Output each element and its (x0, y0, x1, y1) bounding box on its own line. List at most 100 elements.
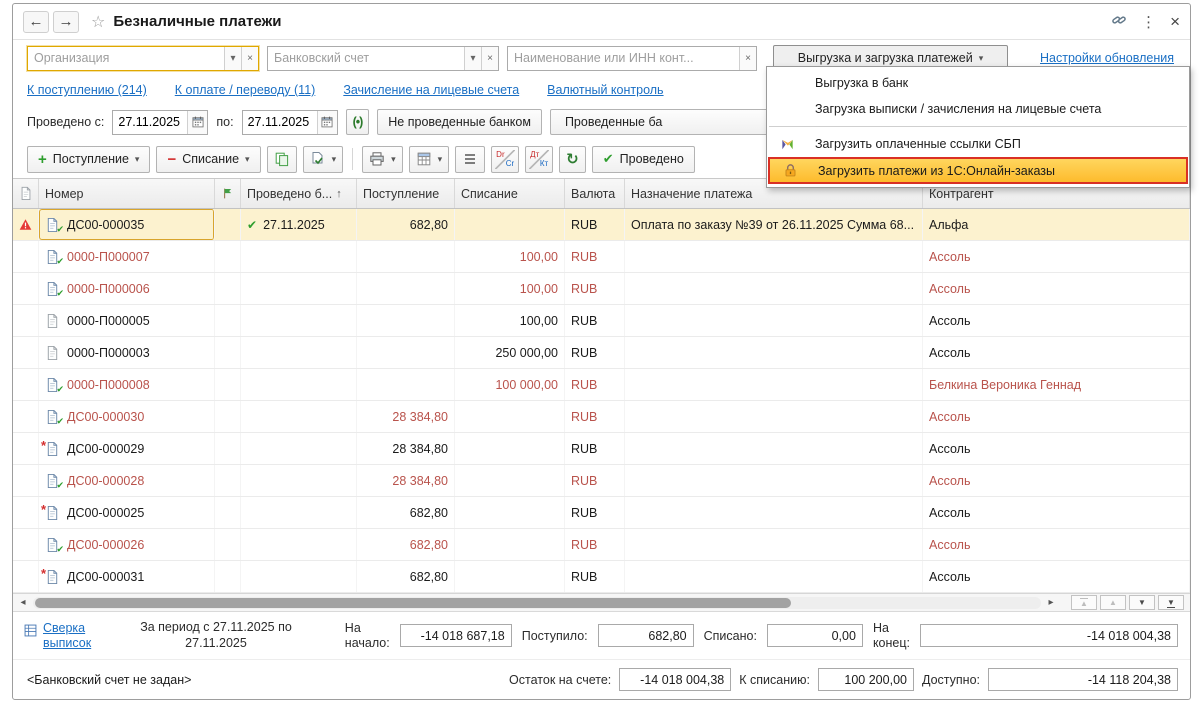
more-menu-button[interactable]: ⋮ (1141, 13, 1156, 31)
header-status-column[interactable] (13, 179, 39, 208)
menu-item-load-statement[interactable]: Загрузка выписки / зачисления на лицевые… (767, 96, 1189, 122)
update-settings-link[interactable]: Настройки обновления (1040, 51, 1174, 65)
counterparty: Альфа (923, 209, 1190, 240)
register-report-button[interactable]: ▾ (408, 145, 450, 173)
counterparty-clear-button[interactable]: × (739, 46, 756, 70)
receipt-amount: 28 384,80 (357, 433, 455, 464)
counterparty: Ассоль (923, 337, 1190, 368)
table-row[interactable]: * ДС00-000029 28 384,80 RUB Ассоль (13, 433, 1190, 465)
header-flag-column[interactable] (215, 179, 241, 208)
end-balance-label: На конец: (872, 620, 910, 650)
begin-balance-value: -14 018 687,18 (399, 624, 512, 647)
scroll-right-button[interactable]: ▸ (1043, 597, 1059, 608)
clear-icon: × (745, 52, 751, 64)
scroll-left-button[interactable]: ◂ (15, 597, 31, 608)
currency: RUB (565, 465, 625, 496)
add-writeoff-button[interactable]: − Списание ▾ (156, 145, 261, 173)
table-row[interactable]: ✔ ДС00-000028 28 384,80 RUB Ассоль (13, 465, 1190, 497)
forward-button[interactable]: → (53, 10, 79, 33)
drcr-button-en[interactable]: Dr Cr (491, 145, 520, 173)
print-button[interactable]: ▾ (362, 145, 403, 173)
menu-item-load-sbp-links[interactable]: Загрузить оплаченные ссылки СБП (767, 131, 1189, 157)
table-row[interactable]: ✔ 0000-П000006 100,00 RUB Ассоль (13, 273, 1190, 305)
menu-item-load-online-orders[interactable]: Загрузить платежи из 1С:Онлайн-заказы (768, 157, 1188, 184)
currency: RUB (565, 209, 625, 240)
drcr-button-ru[interactable]: Дт Кт (525, 145, 554, 173)
receipt-label: Поступление (52, 152, 129, 166)
copy-button[interactable] (266, 145, 297, 173)
document-icon (19, 186, 33, 200)
clear-icon: × (487, 52, 493, 64)
counterparty-search-input[interactable] (508, 46, 739, 70)
processed-filter-button[interactable]: Проведенные ба (549, 109, 788, 135)
page-up-button[interactable]: ▲ (1100, 595, 1126, 610)
payments-exchange-dropdown-menu: Выгрузка в банк Загрузка выписки / зачис… (766, 66, 1190, 188)
add-receipt-button[interactable]: + Поступление ▾ (27, 145, 151, 173)
list-settings-button[interactable] (455, 145, 486, 173)
favorite-star-icon[interactable]: ☆ (91, 12, 105, 32)
status-footer: <Банковский счет не задан> Остаток на сч… (13, 659, 1190, 699)
calendar-button[interactable] (316, 110, 337, 134)
counterparty: Белкина Вероника Геннад (923, 369, 1190, 400)
table-row[interactable]: * ДС00-000031 682,80 RUB Ассоль (13, 561, 1190, 593)
link-personal-accounts[interactable]: Зачисление на лицевые счета (343, 83, 519, 97)
calendar-button[interactable] (187, 110, 208, 134)
organization-clear-button[interactable]: × (241, 46, 258, 70)
payment-purpose (625, 465, 923, 496)
menu-item-label: Загрузить оплаченные ссылки СБП (815, 137, 1021, 151)
processed-toggle-button[interactable]: ✔ Проведено (591, 145, 695, 173)
get-link-button[interactable] (1111, 12, 1127, 32)
period-from-input[interactable] (113, 110, 188, 134)
link-to-receive[interactable]: К поступлению (214) (27, 83, 147, 97)
table-row[interactable]: 0000-П000005 100,00 RUB Ассоль (13, 305, 1190, 337)
table-row[interactable]: ✔ ДС00-000035 ✔ 27.11.2025 682,80 RUB Опла… (13, 209, 1190, 241)
reconcile-statements-link[interactable]: Сверка выписок (23, 621, 111, 651)
counterparty: Ассоль (923, 529, 1190, 560)
close-button[interactable]: × (1170, 12, 1180, 32)
currency: RUB (565, 337, 625, 368)
bank-account-dropdown-button[interactable]: ▾ (464, 46, 481, 70)
reconcile-link-line2[interactable]: выписок (43, 636, 91, 650)
link-to-pay[interactable]: К оплате / переводу (11) (175, 83, 316, 97)
organization-input[interactable] (28, 46, 224, 70)
table-row[interactable]: ✔ ДС00-000030 28 384,80 RUB Ассоль (13, 401, 1190, 433)
document-marked-icon: * (41, 502, 61, 521)
scrollbar-track[interactable] (33, 596, 1041, 609)
processed-toggle-label: Проведено (619, 152, 684, 166)
interval-button[interactable]: (•) (345, 109, 370, 135)
bank-account-clear-button[interactable]: × (481, 46, 498, 70)
period-to-input[interactable] (242, 110, 317, 134)
header-number[interactable]: Номер (39, 179, 215, 208)
link-currency-control[interactable]: Валютный контроль (547, 83, 663, 97)
header-currency[interactable]: Валюта (565, 179, 625, 208)
table-row[interactable]: 0000-П000003 250 000,00 RUB Ассоль (13, 337, 1190, 369)
chevron-down-icon: ▾ (134, 153, 140, 164)
go-to-end-button[interactable]: ▼ (1158, 595, 1184, 610)
header-receipt[interactable]: Поступление (357, 179, 455, 208)
header-processed[interactable]: Проведено б... ↑ (241, 179, 357, 208)
table-row[interactable]: ✔ 0000-П000007 100,00 RUB Ассоль (13, 241, 1190, 273)
header-currency-label: Валюта (571, 186, 616, 201)
create-based-on-button[interactable]: ▾ (302, 145, 344, 173)
refresh-button[interactable]: ↻ (559, 145, 586, 173)
organization-dropdown-button[interactable]: ▾ (224, 46, 241, 70)
document-plain-icon (45, 313, 61, 329)
back-button[interactable]: ← (23, 10, 49, 33)
receipt-amount (357, 369, 455, 400)
bank-account-input[interactable] (268, 46, 464, 70)
table-row[interactable]: ✔ ДС00-000026 682,80 RUB Ассоль (13, 529, 1190, 561)
table-row[interactable]: * ДС00-000025 682,80 RUB Ассоль (13, 497, 1190, 529)
table-row[interactable]: ✔ 0000-П000008 100 000,00 RUB Белкина Вер… (13, 369, 1190, 401)
period-to-field (241, 109, 338, 135)
scrollbar-thumb[interactable] (35, 597, 791, 608)
not-processed-filter-button[interactable]: Не проведенные банком (377, 109, 542, 135)
reconcile-link-line1[interactable]: Сверка (43, 621, 85, 635)
menu-item-export-to-bank[interactable]: Выгрузка в банк (767, 70, 1189, 96)
receipt-amount: 682,80 (357, 209, 455, 240)
doc-number: 0000-П000005 (67, 313, 150, 328)
currency: RUB (565, 561, 625, 592)
end-balance-value: -14 018 004,38 (920, 624, 1178, 647)
header-writeoff[interactable]: Списание (455, 179, 565, 208)
go-to-begin-button[interactable]: ▲ (1071, 595, 1097, 610)
page-down-button[interactable]: ▼ (1129, 595, 1155, 610)
